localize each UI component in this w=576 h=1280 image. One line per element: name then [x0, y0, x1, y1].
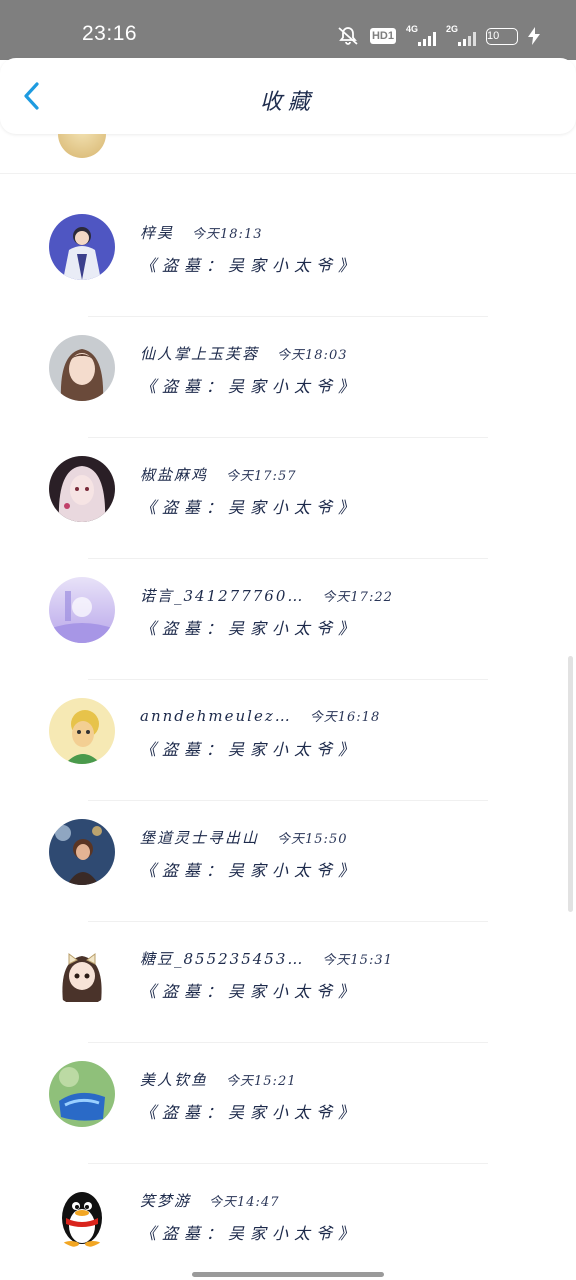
- list-item[interactable]: 糖豆_855235453… 今天15:31 《盗墓：吴家小太爷》: [0, 922, 576, 1043]
- item-time: 今天15:50: [277, 832, 348, 847]
- avatar[interactable]: [49, 214, 115, 280]
- item-time: 今天15:21: [226, 1074, 297, 1089]
- hd-badge: HD1: [369, 28, 396, 44]
- item-book-title[interactable]: 《盗墓：吴家小太爷》: [140, 494, 360, 518]
- avatar[interactable]: [49, 577, 115, 643]
- item-meta: 梓昊 今天18:13: [140, 222, 262, 243]
- item-book-title[interactable]: 《盗墓：吴家小太爷》: [140, 1220, 360, 1244]
- list-item[interactable]: anndehmeulez… 今天16:18 《盗墓：吴家小太爷》: [0, 680, 576, 801]
- item-book-title[interactable]: 《盗墓：吴家小太爷》: [140, 615, 360, 639]
- item-username: 堡道灵士寻出山: [140, 829, 260, 847]
- item-meta: 笑梦游 今天14:47: [140, 1190, 279, 1211]
- list-item[interactable]: 堡道灵士寻出山 今天15:50 《盗墓：吴家小太爷》: [0, 801, 576, 922]
- item-username: 笑梦游: [140, 1192, 192, 1210]
- avatar[interactable]: [49, 940, 115, 1006]
- item-meta: anndehmeulez… 今天16:18: [140, 706, 380, 725]
- avatar[interactable]: [49, 819, 115, 885]
- item-time: 今天18:03: [277, 348, 348, 363]
- favorites-list[interactable]: 梓昊 今天18:13 《盗墓：吴家小太爷》 仙人掌上玉芙蓉 今天18:03 《盗墓：…: [0, 134, 576, 1280]
- status-bar: 23:16 HD1 4G 2G 10: [0, 0, 576, 60]
- item-username: 美人钦鱼: [140, 1071, 209, 1089]
- signal-4g-icon: 4G: [406, 24, 436, 46]
- item-book-title[interactable]: 《盗墓：吴家小太爷》: [140, 978, 360, 1002]
- item-username: 仙人掌上玉芙蓉: [140, 345, 260, 363]
- item-book-title[interactable]: 《盗墓：吴家小太爷》: [140, 252, 360, 276]
- battery-icon: 10: [486, 27, 518, 45]
- item-username: 梓昊: [140, 224, 175, 242]
- charging-icon: [528, 27, 540, 45]
- item-book-title[interactable]: 《盗墓：吴家小太爷》: [140, 1099, 360, 1123]
- list-item[interactable]: 椒盐麻鸡 今天17:57 《盗墓：吴家小太爷》: [0, 438, 576, 559]
- mute-icon: [336, 26, 360, 46]
- list-item[interactable]: 诺言_341277760… 今天17:22 《盗墓：吴家小太爷》: [0, 559, 576, 680]
- avatar[interactable]: [49, 1182, 115, 1248]
- item-meta: 糖豆_855235453… 今天15:31: [140, 948, 393, 969]
- home-indicator[interactable]: [192, 1272, 384, 1277]
- item-username: anndehmeulez…: [140, 707, 292, 725]
- item-book-title[interactable]: 《盗墓：吴家小太爷》: [140, 857, 360, 881]
- item-meta: 椒盐麻鸡 今天17:57: [140, 464, 296, 485]
- list-item[interactable]: 仙人掌上玉芙蓉 今天18:03 《盗墓：吴家小太爷》: [0, 317, 576, 438]
- item-time: 今天15:31: [322, 953, 393, 968]
- signal-4g-label: 4G: [406, 24, 419, 34]
- item-meta: 诺言_341277760… 今天17:22: [140, 585, 393, 606]
- item-time: 今天18:13: [192, 227, 263, 242]
- item-time: 今天17:57: [226, 469, 297, 484]
- signal-2g-icon: 2G: [446, 24, 476, 46]
- list-item[interactable]: 美人钦鱼 今天15:21 《盗墓：吴家小太爷》: [0, 1043, 576, 1164]
- avatar[interactable]: [49, 456, 115, 522]
- avatar[interactable]: [49, 698, 115, 764]
- item-book-title[interactable]: 《盗墓：吴家小太爷》: [140, 373, 360, 397]
- item-meta: 堡道灵士寻出山 今天15:50: [140, 827, 347, 848]
- item-username: 糖豆_855235453…: [140, 950, 305, 968]
- nav-bar: 收藏: [0, 58, 576, 134]
- avatar: [58, 134, 106, 158]
- item-time: 今天14:47: [209, 1195, 280, 1210]
- scrollbar-thumb[interactable]: [568, 656, 573, 912]
- item-username: 椒盐麻鸡: [140, 466, 209, 484]
- signal-2g-label: 2G: [446, 24, 459, 34]
- avatar[interactable]: [49, 335, 115, 401]
- avatar[interactable]: [49, 1061, 115, 1127]
- item-time: 今天16:18: [309, 710, 381, 725]
- status-icons: HD1 4G 2G 10: [336, 24, 540, 48]
- item-time: 今天17:22: [322, 590, 393, 605]
- item-book-title[interactable]: 《盗墓：吴家小太爷》: [140, 736, 360, 760]
- item-meta: 美人钦鱼 今天15:21: [140, 1069, 296, 1090]
- page-title: 收藏: [259, 90, 316, 115]
- item-meta: 仙人掌上玉芙蓉 今天18:03: [140, 343, 347, 364]
- list-item-partial[interactable]: [0, 134, 576, 174]
- status-time: 23:16: [82, 22, 138, 45]
- list-item[interactable]: 笑梦游 今天14:47 《盗墓：吴家小太爷》: [0, 1164, 576, 1280]
- item-username: 诺言_341277760…: [140, 587, 305, 605]
- list-item[interactable]: 梓昊 今天18:13 《盗墓：吴家小太爷》: [0, 196, 576, 317]
